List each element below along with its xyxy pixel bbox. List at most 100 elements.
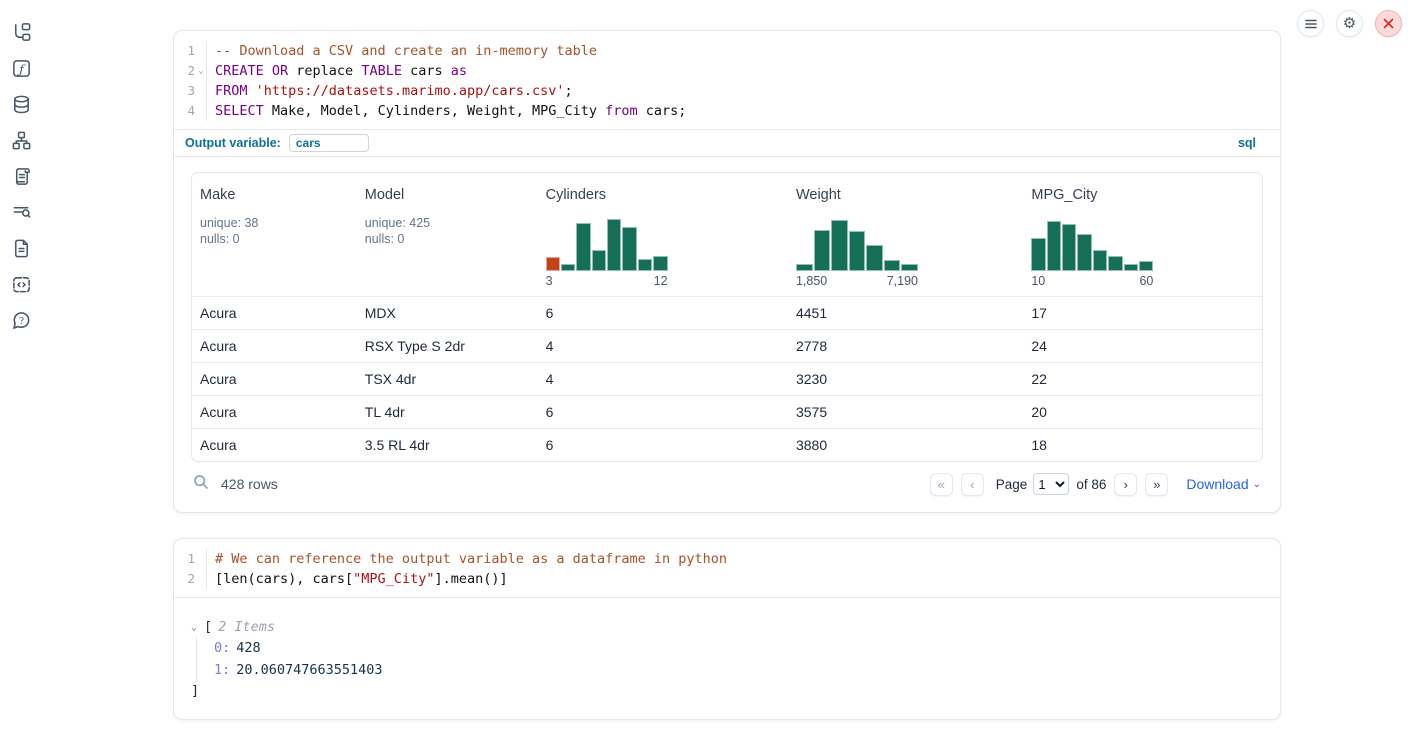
collapse-chevron-icon[interactable]: ⌄ [191,622,204,633]
page-of-label: of 86 [1076,477,1106,492]
dependency-graph-icon[interactable] [10,129,32,151]
output-variable-input[interactable] [289,134,369,152]
logs-icon[interactable] [10,201,32,223]
menu-button[interactable] [1297,10,1324,37]
column-header-mpg_city[interactable]: MPG_City1060 [1023,173,1262,296]
histogram-bar [1077,234,1091,271]
tree-items: 0:4281:20.060747663551403 [196,637,1263,681]
table-cell: 22 [1023,371,1262,387]
column-header-weight[interactable]: Weight1,8507,190 [788,173,1023,296]
tree-entry-value: 20.060747663551403 [236,662,382,678]
table-row[interactable]: AcuraRSX Type S 2dr4277824 [192,329,1262,362]
documentation-icon[interactable] [10,237,32,259]
code-line[interactable]: 1# We can reference the output variable … [174,549,1280,569]
shutdown-button[interactable] [1375,10,1402,37]
code-line[interactable]: 1 -- Download a CSV and create an in-memo… [174,41,1280,61]
histogram-bar [1108,256,1122,271]
table-cell: Acura [192,305,357,321]
histogram-axis-labels: 1060 [1031,274,1153,288]
first-page-button[interactable]: « [930,473,953,496]
code-text: -- Download a CSV and create an in-memor… [207,41,597,61]
python-cell: 1# We can reference the output variable … [173,538,1281,720]
fold-chevron-icon[interactable]: ⌄ [195,61,207,81]
table-cell: MDX [357,305,538,321]
histogram-bar [901,264,918,271]
tree-header[interactable]: ⌄ [ 2 Items [191,617,1263,637]
column-stats: unique: 38nulls: 0 [200,215,349,247]
table-row[interactable]: AcuraTSX 4dr4323022 [192,362,1262,395]
next-page-icon: › [1124,477,1128,492]
functions-icon[interactable]: ƒ [10,57,32,79]
token-plain: ].mean()] [434,571,507,587]
next-page-button[interactable]: › [1114,473,1137,496]
table-cell: 3230 [788,371,1023,387]
axis-min-label: 3 [546,274,553,288]
prev-page-icon: ‹ [970,477,974,492]
code-text: SELECT Make, Model, Cylinders, Weight, M… [207,101,686,121]
line-number: 2 [174,61,195,81]
download-button[interactable]: Download ⌄ [1186,476,1261,492]
token-plain: [len(cars), cars[ [215,571,353,587]
line-gutter: 4 [174,101,207,121]
search-icon[interactable] [193,474,209,495]
histogram-bar [1031,238,1045,271]
code-line[interactable]: 3FROM 'https://datasets.marimo.app/cars.… [174,81,1280,101]
histogram-bar [1124,264,1138,271]
settings-button[interactable]: ⚙ [1336,10,1363,37]
output-variable-bar: Output variable: sql [174,129,1280,156]
table-cell: 6 [538,404,788,420]
python-code-editor[interactable]: 1# We can reference the output variable … [174,539,1280,597]
column-histogram [796,216,918,271]
file-explorer-icon[interactable] [10,21,32,43]
sql-output-section: Makeunique: 38nulls: 0Modelunique: 425nu… [174,156,1280,512]
last-page-icon: » [1153,477,1160,492]
language-badge: sql [1238,136,1256,150]
token-keyword: from [605,103,638,119]
table-cell: TL 4dr [357,404,538,420]
column-stat: unique: 425 [365,215,530,231]
line-number: 2 [174,569,195,589]
help-icon[interactable]: ? [10,309,32,331]
prev-page-button[interactable]: ‹ [961,473,984,496]
download-label: Download [1186,476,1248,492]
token-plain: cars; [638,103,687,119]
token-keyword: SELECT [215,103,264,119]
token-plain [248,83,256,99]
histogram-bar [607,219,621,271]
histogram-bar [622,227,636,271]
table-cell: 4 [538,371,788,387]
code-line[interactable]: 2⌄CREATE OR replace TABLE cars as [174,61,1280,81]
sql-code-editor[interactable]: 1 -- Download a CSV and create an in-memo… [174,31,1280,129]
code-line[interactable]: 2[len(cars), cars["MPG_City"].mean()] [174,569,1280,589]
code-line[interactable]: 4 SELECT Make, Model, Cylinders, Weight, … [174,101,1280,121]
chevron-down-icon: ⌄ [1253,479,1261,490]
column-header-make[interactable]: Makeunique: 38nulls: 0 [192,173,357,296]
table-cell: 3.5 RL 4dr [357,437,538,453]
column-stat: nulls: 0 [365,231,530,247]
notebook-cells: 1 -- Download a CSV and create an in-memo… [173,30,1281,720]
scratchpad-icon[interactable] [10,165,32,187]
axis-min-label: 10 [1031,274,1045,288]
database-icon[interactable] [10,93,32,115]
pagination: « ‹ Page 1 of 86 › » Download ⌄ [922,473,1261,496]
line-number: 1 [174,41,195,61]
sql-cell: 1 -- Download a CSV and create an in-memo… [173,30,1281,513]
code-text: # We can reference the output variable a… [207,549,727,569]
table-row[interactable]: AcuraMDX6445117 [192,296,1262,329]
column-header-model[interactable]: Modelunique: 425nulls: 0 [357,173,538,296]
table-cell: 2778 [788,338,1023,354]
snippets-icon[interactable] [10,273,32,295]
histogram-bar [576,223,590,271]
table-cell: 3880 [788,437,1023,453]
table-row[interactable]: Acura3.5 RL 4dr6388018 [192,428,1262,461]
column-header-cylinders[interactable]: Cylinders312 [538,173,788,296]
histogram-bar [814,230,831,271]
token-keyword: TABLE [361,63,402,79]
line-number: 4 [174,101,195,121]
table-cell: 3575 [788,404,1023,420]
histogram-bar [561,264,575,271]
last-page-button[interactable]: » [1145,473,1168,496]
page-label: Page [996,477,1028,492]
table-row[interactable]: AcuraTL 4dr6357520 [192,395,1262,428]
page-select[interactable]: 1 [1033,473,1069,495]
